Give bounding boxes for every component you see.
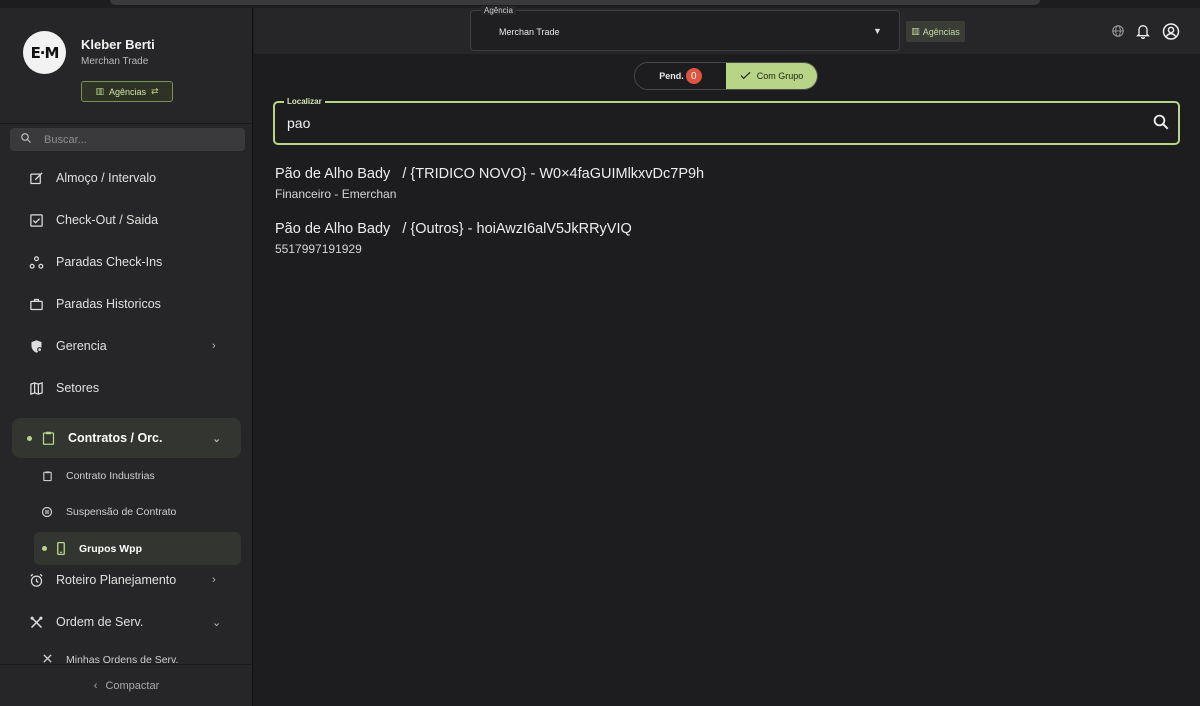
result-subtitle: 5517997191929 — [275, 242, 362, 256]
sidebar-subitem-minhas-ordens[interactable]: Minhas Ordens de Serv. — [0, 648, 253, 664]
sidebar-subitem-contrato-industrias[interactable]: Contrato Industrias — [0, 461, 253, 491]
user-company: Merchan Trade — [81, 56, 149, 67]
sidebar-item-label: Paradas Historicos — [56, 297, 161, 311]
sidebar-item-label: Paradas Check-Ins — [56, 255, 163, 269]
search-icon[interactable] — [1152, 113, 1172, 133]
agencies-chip-label: Agências — [922, 26, 960, 37]
briefcase-icon — [28, 296, 44, 312]
result-item[interactable]: Pão de Alho Bady / {TRIDICO NOVO} - W0×4… — [275, 166, 1175, 201]
pending-toggle-option[interactable]: Pend. 0 — [635, 63, 726, 89]
sidebar-item-checkout[interactable]: Check-Out / Saida — [0, 202, 253, 238]
chevron-down-icon: ⌄ — [212, 432, 222, 445]
edit-square-icon — [28, 170, 44, 186]
caret-down-icon: ▼ — [873, 26, 882, 36]
sidebar-item-label: Almoço / Intervalo — [56, 171, 157, 185]
sidebar-subitem-label: Contrato Industrias — [66, 470, 155, 482]
filter-toggle: Pend. 0 Com Grupo — [634, 62, 818, 90]
pending-label: Pend. — [659, 71, 684, 81]
chevron-down-icon: ⌄ — [212, 616, 222, 629]
active-dot — [27, 435, 32, 441]
sidebar-item-paradas-historicos[interactable]: Paradas Historicos — [0, 286, 253, 322]
sidebar-item-label: Contratos / Orc. — [68, 431, 163, 445]
sidebar-item-label: Roteiro Planejamento — [56, 573, 177, 587]
agencies-button-label: Agências — [108, 86, 146, 97]
chevron-right-icon: › — [212, 340, 216, 352]
agencies-button[interactable]: ▥ Agências ⇄ — [81, 81, 173, 102]
logo-text: E·M — [30, 43, 60, 62]
alarm-icon — [28, 572, 44, 588]
sidebar: E·M Kleber Berti Merchan Trade ▥ Agência… — [0, 8, 253, 706]
globe-icon[interactable] — [1109, 22, 1127, 40]
sidebar-item-gerencia[interactable]: Gerencia › — [0, 328, 253, 364]
sidebar-item-ordem-serv[interactable]: Ordem de Serv. ⌄ — [0, 604, 253, 640]
agency-select[interactable]: Agência Merchan Trade ▼ — [470, 6, 900, 51]
find-field: Localizar — [273, 97, 1180, 145]
user-profile: E·M Kleber Berti Merchan Trade ▥ Agência… — [0, 8, 253, 124]
chevron-left-icon: ‹ — [93, 679, 98, 692]
sidebar-subitem-label: Suspensão de Contrato — [66, 506, 177, 518]
result-title: Pão de Alho Bady / {TRIDICO NOVO} - W0×4… — [275, 166, 705, 182]
sidebar-item-label: Check-Out / Saida — [56, 213, 159, 227]
phone-icon — [55, 542, 67, 555]
sidebar-subitem-suspensao[interactable]: Suspensão de Contrato — [0, 497, 253, 527]
with-group-label: Com Grupo — [756, 71, 804, 81]
sidebar-item-paradas-checkins[interactable]: Paradas Check-Ins — [0, 244, 253, 280]
collapse-label: Compactar — [105, 679, 160, 692]
active-dot — [42, 546, 47, 551]
agency-select-value: Merchan Trade — [499, 27, 560, 37]
sidebar-item-contratos[interactable]: Contratos / Orc. ⌄ — [12, 418, 241, 458]
tools-icon — [41, 652, 53, 664]
result-subtitle: Financeiro - Emerchan — [275, 187, 397, 201]
find-field-legend: Localizar — [284, 97, 325, 106]
shield-gear-icon — [28, 338, 44, 354]
checkbox-icon — [28, 212, 44, 228]
clipboard-icon — [41, 470, 53, 482]
tools-icon — [28, 614, 44, 630]
sidebar-item-label: Setores — [56, 381, 100, 395]
sidebar-item-label: Ordem de Serv. — [56, 615, 144, 629]
building-icon: ▥ — [911, 26, 920, 36]
user-name: Kleber Berti — [81, 37, 155, 52]
with-group-toggle-option[interactable]: Com Grupo — [726, 63, 817, 89]
find-input[interactable] — [287, 115, 1127, 131]
clipboard-icon — [40, 430, 56, 446]
agency-select-legend: Agência — [481, 6, 516, 15]
nodes-icon — [28, 254, 44, 270]
pause-circle-icon — [41, 506, 53, 518]
sidebar-search — [10, 128, 245, 151]
search-icon — [20, 132, 32, 147]
chevron-right-icon: › — [212, 574, 216, 586]
sidebar-item-label: Gerencia — [56, 339, 107, 353]
sidebar-subitem-label: Grupos Wpp — [79, 542, 142, 555]
collapse-sidebar-button[interactable]: ‹ Compactar — [0, 664, 253, 706]
sidebar-search-input[interactable] — [44, 133, 224, 146]
check-icon — [740, 71, 751, 82]
window-top-edge — [110, 0, 1040, 5]
map-icon — [28, 380, 44, 396]
company-logo: E·M — [23, 31, 66, 74]
result-item[interactable]: Pão de Alho Bady / {Outros} - hoiAwzI6al… — [275, 221, 1175, 256]
sidebar-item-setores[interactable]: Setores — [0, 370, 253, 406]
sidebar-subitem-grupos-wpp[interactable]: Grupos Wpp — [34, 532, 241, 565]
sidebar-item-almoco[interactable]: Almoço / Intervalo — [0, 160, 253, 196]
building-icon: ▥ — [95, 86, 104, 96]
pending-count-badge: 0 — [685, 68, 702, 84]
bell-icon[interactable] — [1134, 22, 1152, 40]
account-circle-icon[interactable] — [1162, 22, 1180, 40]
swap-icon: ⇄ — [151, 86, 159, 96]
agencies-chip-button[interactable]: ▥ Agências — [906, 21, 965, 42]
result-title: Pão de Alho Bady / {Outros} - hoiAwzI6al… — [275, 221, 632, 237]
sidebar-item-roteiro[interactable]: Roteiro Planejamento › — [0, 562, 253, 598]
sidebar-subitem-label: Minhas Ordens de Serv. — [66, 654, 179, 664]
app-window: E·M Kleber Berti Merchan Trade ▥ Agência… — [0, 0, 1200, 706]
